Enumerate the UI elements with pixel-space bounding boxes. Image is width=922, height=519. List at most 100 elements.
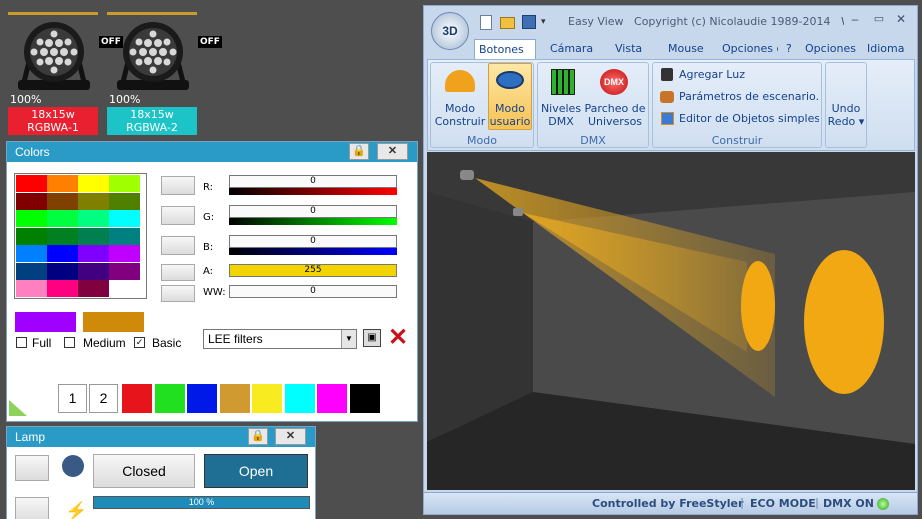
color-slot-button[interactable] (161, 264, 195, 281)
a-value[interactable]: 255 (229, 264, 397, 277)
fixture-2[interactable]: OFF 100% 18x15w RGBWA-2 (107, 8, 222, 136)
color-grid-cell[interactable] (47, 280, 78, 297)
page-1-button[interactable]: 1 (58, 384, 87, 413)
colors-panel-title: Colors (15, 145, 50, 159)
filter-select[interactable]: LEE filters ▼ (203, 329, 357, 349)
color-grid-cell[interactable] (78, 245, 109, 262)
palette-swatch[interactable] (317, 384, 347, 413)
fixture-1[interactable]: OFF 100% 18x15w RGBWA-1 (8, 8, 123, 136)
color-grid-cell[interactable] (78, 192, 109, 210)
delete-icon[interactable]: ✕ (388, 324, 408, 352)
g-slider[interactable] (229, 218, 397, 225)
palette-swatch[interactable] (284, 384, 315, 413)
open-button[interactable]: Open (204, 454, 308, 488)
maximize-button[interactable]: ▭ (870, 12, 888, 28)
basic-checkbox[interactable]: ✓ (134, 337, 145, 348)
color-grid-cell[interactable] (16, 175, 47, 192)
color-grid-cell[interactable] (109, 280, 140, 297)
options-menu[interactable]: Opciones (805, 39, 856, 59)
minimize-button[interactable]: – (846, 12, 864, 28)
tab-mouse[interactable]: Mouse (668, 39, 704, 59)
app-logo-icon[interactable]: 3D (431, 12, 469, 50)
b-value[interactable]: 0 (229, 235, 397, 248)
color-grid-cell[interactable] (47, 192, 78, 210)
undo-redo-button[interactable]: Undo Redo ▾ (825, 102, 867, 128)
close-window-button[interactable]: ✕ (892, 12, 910, 28)
b-slider[interactable] (229, 248, 397, 255)
modo-group-label: Modo (467, 134, 497, 147)
r-slider[interactable] (229, 188, 397, 195)
palette-swatch[interactable] (187, 384, 217, 413)
color-grid-cell[interactable] (16, 245, 47, 262)
palette-swatch[interactable] (122, 384, 152, 413)
color-grid-cell[interactable] (78, 210, 109, 227)
power-slot-button[interactable] (15, 497, 49, 519)
lock-icon[interactable]: 🔒 (248, 428, 268, 445)
save-icon[interactable] (522, 15, 536, 29)
language-menu[interactable]: Idioma (867, 39, 904, 59)
color-grid-cell[interactable] (16, 192, 47, 210)
scene-viewport[interactable] (427, 152, 915, 490)
color-grid-cell[interactable] (47, 245, 78, 262)
color-grid-cell[interactable] (109, 175, 140, 192)
add-icon[interactable] (9, 400, 27, 416)
hard-hat-icon (445, 70, 475, 92)
color-grid-cell[interactable] (16, 280, 47, 297)
color-grid-cell[interactable] (16, 227, 47, 245)
color-slot-button[interactable] (161, 285, 195, 302)
g-value[interactable]: 0 (229, 205, 397, 218)
color-grid-cell[interactable] (16, 262, 47, 280)
par-light-icon (18, 22, 90, 90)
tab-camara[interactable]: Cámara (550, 39, 593, 59)
close-icon[interactable]: ✕ (377, 143, 408, 160)
color-grid-cell[interactable] (47, 175, 78, 192)
dimmer-bar[interactable]: 100 % (93, 496, 310, 509)
closed-button[interactable]: Closed (93, 454, 195, 488)
current-color-swatch[interactable] (15, 312, 76, 332)
palette-swatch[interactable] (154, 384, 185, 413)
color-grid-cell[interactable] (78, 175, 109, 192)
color-grid-cell[interactable] (109, 227, 140, 245)
lock-icon[interactable]: 🔒 (349, 143, 369, 160)
color-grid-cell[interactable] (47, 262, 78, 280)
close-icon[interactable]: ✕ (275, 428, 306, 445)
tab-botones[interactable]: Botones es (474, 39, 536, 59)
palette-swatch[interactable] (349, 384, 380, 413)
color-grid-cell[interactable] (109, 245, 140, 262)
parametros-escenario-button[interactable]: Parámetros de escenario... (679, 90, 819, 103)
quick-access-chevron-icon[interactable]: ▾ (541, 16, 546, 27)
palette-swatch[interactable] (219, 384, 250, 413)
color-grid-cell[interactable] (47, 210, 78, 227)
niveles-dmx-button[interactable]: Niveles DMX (540, 102, 582, 128)
modo-construir-button[interactable]: Modo Construir (432, 102, 488, 128)
color-grid-cell[interactable] (109, 210, 140, 227)
parcheo-universos-button[interactable]: Parcheo de Universos (582, 102, 648, 128)
tab-vista[interactable]: Vista (615, 39, 642, 59)
color-grid-cell[interactable] (109, 262, 140, 280)
color-grid-cell[interactable] (78, 280, 109, 297)
save-icon[interactable]: ▣ (363, 329, 381, 347)
color-grid-cell[interactable] (78, 262, 109, 280)
chevron-down-icon[interactable]: ▼ (341, 330, 356, 348)
color-slot-button[interactable] (161, 176, 195, 195)
tab-opciones-c[interactable]: Opciones c (722, 39, 778, 59)
lamp-slot-button[interactable] (15, 455, 49, 481)
editor-objetos-button[interactable]: Editor de Objetos simples (679, 112, 819, 125)
color-grid-cell[interactable] (16, 210, 47, 227)
open-folder-icon[interactable] (500, 17, 515, 29)
help-menu[interactable]: ? (786, 39, 792, 59)
color-grid-cell[interactable] (78, 227, 109, 245)
palette-swatch[interactable] (252, 384, 282, 413)
color-grid-cell[interactable] (47, 227, 78, 245)
medium-checkbox[interactable] (64, 337, 75, 348)
previous-color-swatch[interactable] (83, 312, 144, 332)
ww-value[interactable]: 0 (229, 285, 397, 298)
new-file-icon[interactable] (480, 15, 492, 30)
agregar-luz-button[interactable]: Agregar Luz (679, 68, 745, 81)
r-value[interactable]: 0 (229, 175, 397, 188)
color-slot-button[interactable] (161, 206, 195, 225)
color-slot-button[interactable] (161, 236, 195, 255)
full-checkbox[interactable] (16, 337, 27, 348)
page-2-button[interactable]: 2 (89, 384, 118, 413)
color-grid-cell[interactable] (109, 192, 140, 210)
